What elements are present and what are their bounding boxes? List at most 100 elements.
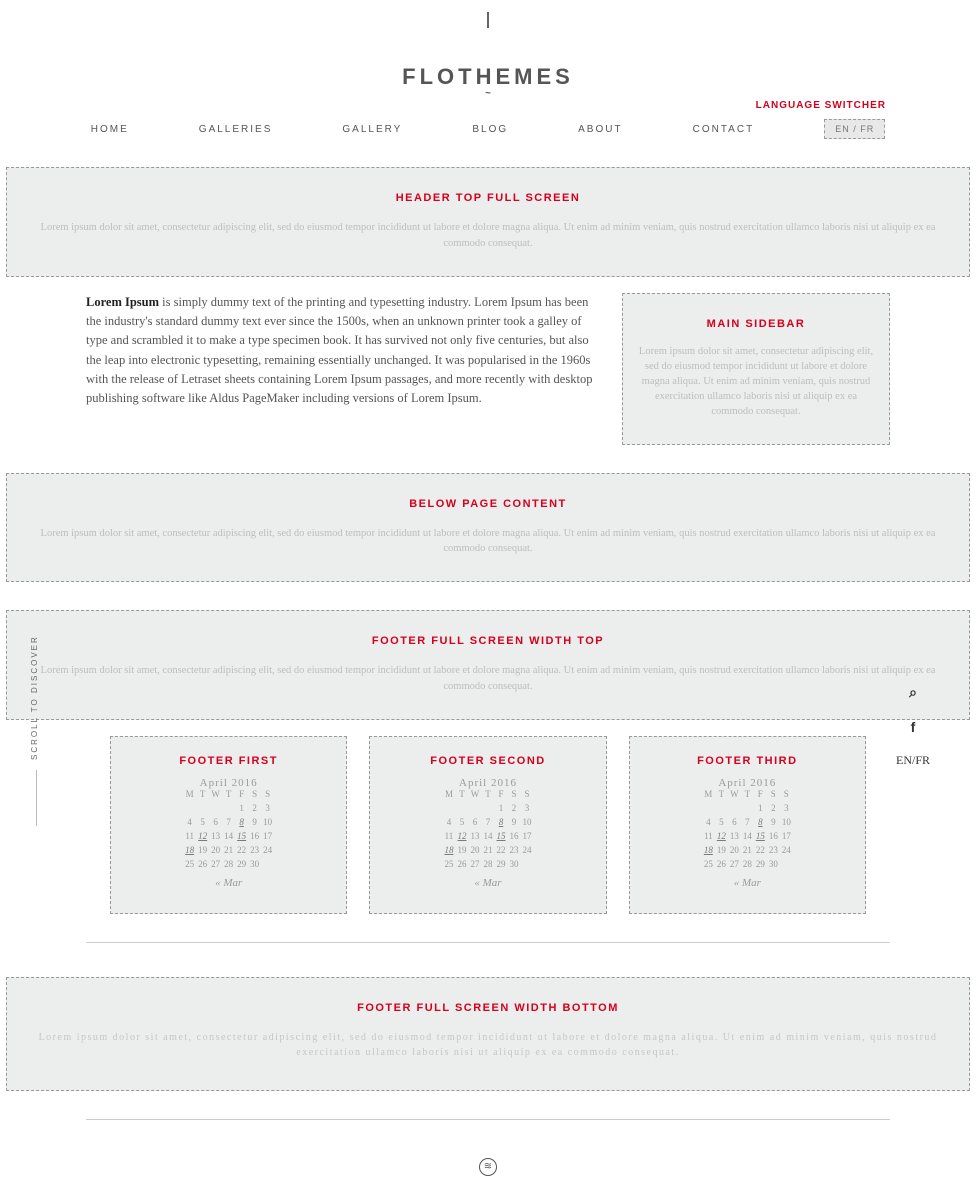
calendar-day[interactable]: 13	[209, 831, 222, 845]
calendar-day[interactable]: 12	[196, 831, 209, 845]
calendar-day[interactable]: 8	[754, 817, 767, 831]
calendar-day[interactable]: 7	[741, 817, 754, 831]
facebook-icon[interactable]: f	[911, 719, 916, 735]
calendar-day[interactable]: 26	[196, 859, 209, 873]
calendar-day[interactable]: 16	[507, 831, 520, 845]
calendar-day[interactable]: 15	[754, 831, 767, 845]
calendar-day[interactable]: 12	[455, 831, 468, 845]
calendar-day[interactable]: 28	[222, 859, 235, 873]
calendar-day[interactable]: 26	[715, 859, 728, 873]
calendar-day[interactable]: 10	[520, 817, 533, 831]
calendar-day[interactable]: 29	[235, 859, 248, 873]
calendar-day[interactable]: 28	[481, 859, 494, 873]
calendar-day[interactable]: 18	[183, 845, 196, 859]
calendar-day[interactable]: 5	[715, 817, 728, 831]
calendar-day[interactable]: 10	[780, 817, 793, 831]
calendar-day[interactable]: 17	[520, 831, 533, 845]
calendar-day[interactable]: 25	[442, 859, 455, 873]
calendar-day[interactable]: 25	[702, 859, 715, 873]
calendar-day[interactable]: 21	[741, 845, 754, 859]
calendar-day[interactable]: 2	[507, 803, 520, 817]
calendar-day[interactable]: 7	[222, 817, 235, 831]
nav-galleries[interactable]: GALLERIES	[199, 124, 273, 135]
calendar-day[interactable]: 22	[235, 845, 248, 859]
calendar-day[interactable]: 13	[468, 831, 481, 845]
calendar-day[interactable]: 8	[235, 817, 248, 831]
calendar-day[interactable]: 15	[235, 831, 248, 845]
calendar-day[interactable]: 22	[754, 845, 767, 859]
calendar-day[interactable]: 19	[715, 845, 728, 859]
nav-home[interactable]: HOME	[91, 124, 129, 135]
calendar-day[interactable]: 27	[468, 859, 481, 873]
calendar-day[interactable]: 9	[248, 817, 261, 831]
calendar-day[interactable]: 8	[494, 817, 507, 831]
calendar-day[interactable]: 18	[442, 845, 455, 859]
calendar-day[interactable]: 12	[715, 831, 728, 845]
calendar-day[interactable]: 17	[261, 831, 274, 845]
calendar-day[interactable]: 3	[780, 803, 793, 817]
calendar-prev-link[interactable]: « Mar	[474, 877, 501, 889]
nav-about[interactable]: ABOUT	[578, 124, 622, 135]
calendar-day[interactable]: 23	[507, 845, 520, 859]
calendar-day[interactable]: 24	[261, 845, 274, 859]
calendar-day[interactable]: 16	[248, 831, 261, 845]
nav-gallery[interactable]: GALLERY	[342, 124, 402, 135]
calendar-day[interactable]: 14	[481, 831, 494, 845]
calendar-day[interactable]: 30	[767, 859, 780, 873]
calendar-day[interactable]: 30	[507, 859, 520, 873]
calendar-day[interactable]: 14	[222, 831, 235, 845]
calendar-prev-link[interactable]: « Mar	[734, 877, 761, 889]
calendar-day[interactable]: 5	[196, 817, 209, 831]
calendar-day[interactable]: 24	[780, 845, 793, 859]
calendar-day[interactable]: 5	[455, 817, 468, 831]
calendar-day[interactable]: 11	[183, 831, 196, 845]
calendar-day[interactable]: 4	[183, 817, 196, 831]
calendar-day[interactable]: 25	[183, 859, 196, 873]
calendar-day[interactable]: 23	[767, 845, 780, 859]
calendar-day[interactable]: 30	[248, 859, 261, 873]
calendar-day[interactable]: 23	[248, 845, 261, 859]
calendar-day[interactable]: 3	[520, 803, 533, 817]
calendar-day[interactable]: 9	[507, 817, 520, 831]
calendar-day[interactable]: 21	[222, 845, 235, 859]
calendar-day[interactable]: 3	[261, 803, 274, 817]
calendar-day[interactable]: 19	[196, 845, 209, 859]
calendar-day[interactable]: 1	[754, 803, 767, 817]
calendar-day[interactable]: 2	[767, 803, 780, 817]
calendar-day[interactable]: 26	[455, 859, 468, 873]
calendar-day[interactable]: 7	[481, 817, 494, 831]
site-logo[interactable]: FLOTHEMES ~	[402, 64, 574, 99]
calendar-day[interactable]: 1	[235, 803, 248, 817]
language-toggle[interactable]: EN/FR	[896, 753, 930, 768]
calendar-day[interactable]: 6	[209, 817, 222, 831]
calendar-prev-link[interactable]: « Mar	[215, 877, 242, 889]
calendar-day[interactable]: 27	[209, 859, 222, 873]
calendar-day[interactable]: 11	[442, 831, 455, 845]
calendar-day[interactable]: 22	[494, 845, 507, 859]
calendar-day[interactable]: 13	[728, 831, 741, 845]
calendar-day[interactable]: 24	[520, 845, 533, 859]
calendar-day[interactable]: 14	[741, 831, 754, 845]
calendar-day[interactable]: 18	[702, 845, 715, 859]
calendar-day[interactable]: 4	[702, 817, 715, 831]
language-switcher-box[interactable]: EN / FR	[824, 119, 885, 139]
calendar-day[interactable]: 11	[702, 831, 715, 845]
calendar-day[interactable]: 15	[494, 831, 507, 845]
calendar-day[interactable]: 21	[481, 845, 494, 859]
calendar-day[interactable]: 20	[468, 845, 481, 859]
calendar-day[interactable]: 6	[728, 817, 741, 831]
calendar-day[interactable]: 1	[494, 803, 507, 817]
calendar-day[interactable]: 29	[494, 859, 507, 873]
calendar-day[interactable]: 20	[209, 845, 222, 859]
calendar-day[interactable]: 6	[468, 817, 481, 831]
calendar-day[interactable]: 29	[754, 859, 767, 873]
calendar-day[interactable]: 27	[728, 859, 741, 873]
calendar-day[interactable]: 20	[728, 845, 741, 859]
calendar-day[interactable]: 9	[767, 817, 780, 831]
calendar-day[interactable]: 10	[261, 817, 274, 831]
calendar-day[interactable]: 16	[767, 831, 780, 845]
nav-blog[interactable]: BLOG	[472, 124, 508, 135]
calendar-day[interactable]: 4	[442, 817, 455, 831]
nav-contact[interactable]: CONTACT	[693, 124, 755, 135]
calendar-day[interactable]: 28	[741, 859, 754, 873]
